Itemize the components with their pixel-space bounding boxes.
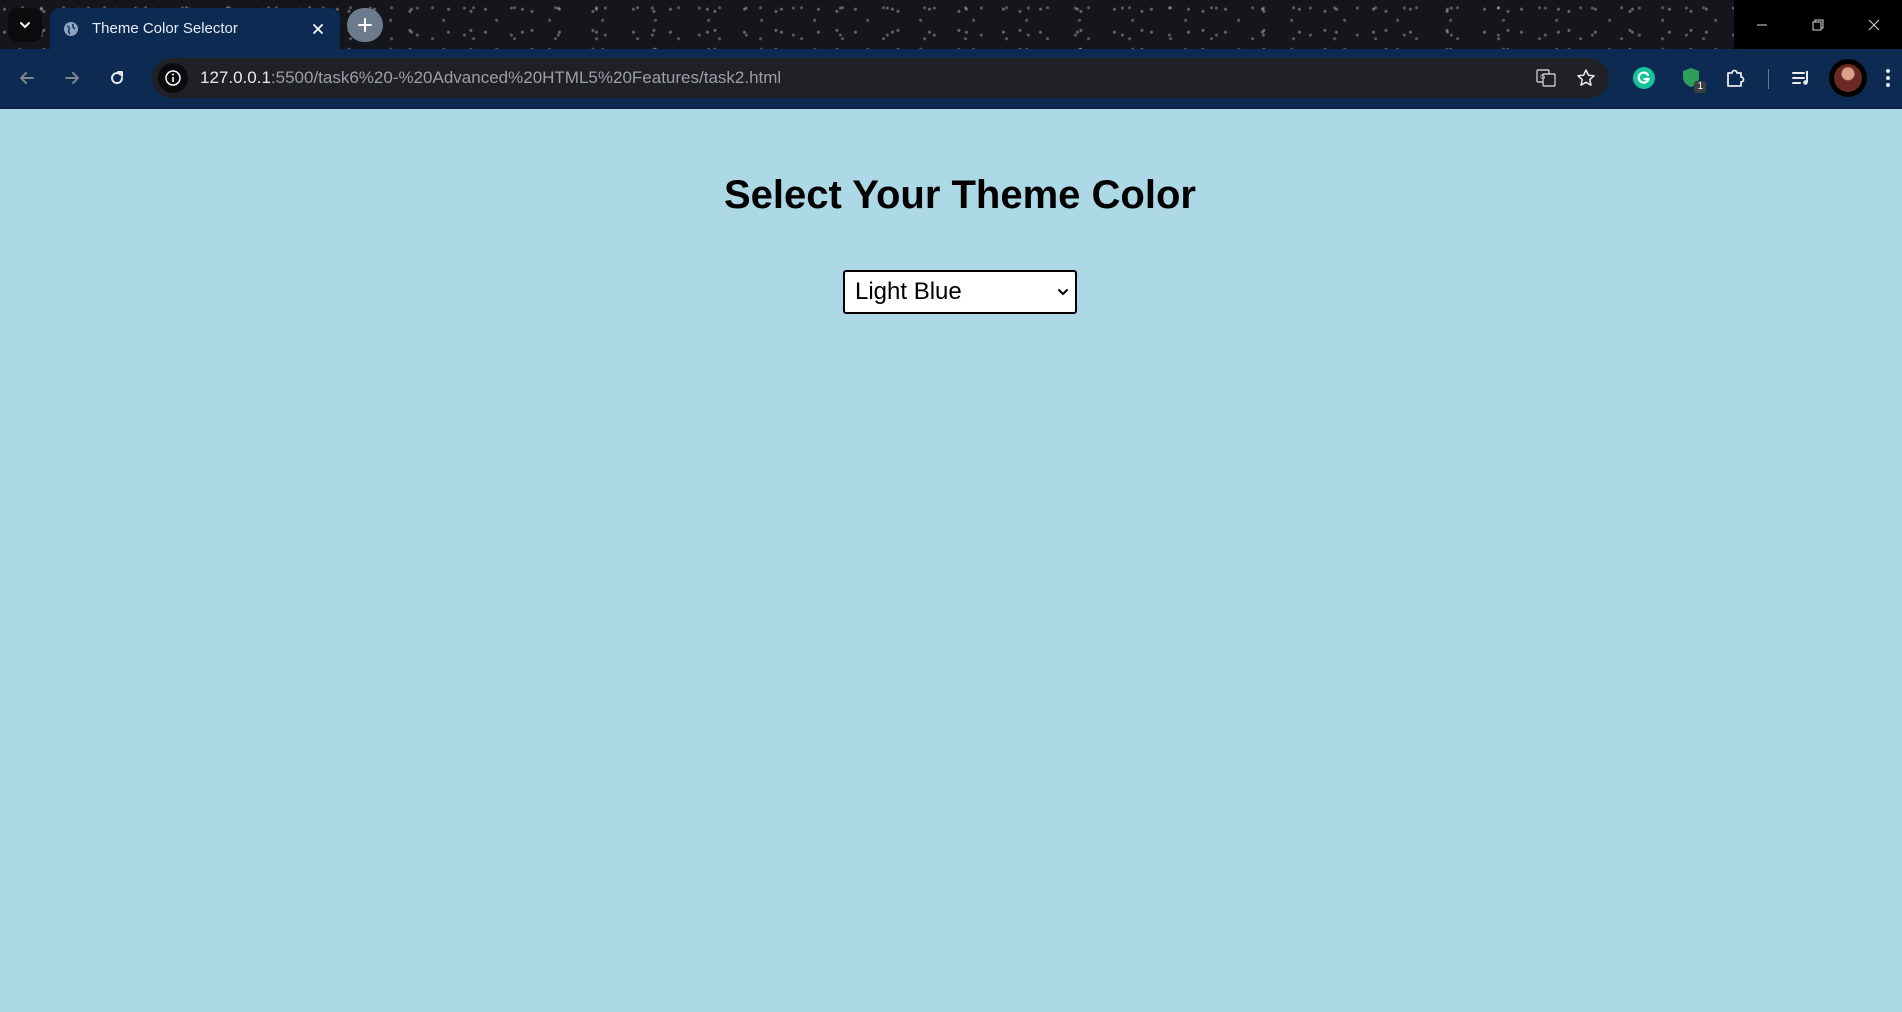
globe-icon	[62, 20, 80, 38]
reload-icon	[111, 71, 124, 85]
tab-active[interactable]: Theme Color Selector	[50, 8, 340, 49]
tab-search-button[interactable]	[8, 8, 42, 42]
restore-icon	[1812, 19, 1824, 30]
minimize-icon	[1757, 24, 1767, 25]
forward-button[interactable]	[55, 61, 89, 95]
kebab-menu-icon[interactable]	[1876, 61, 1900, 95]
svg-text:G: G	[1540, 73, 1545, 81]
chevron-down-icon	[20, 22, 30, 29]
url-text[interactable]: 127.0.0.1:5500/task6%20-%20Advanced%20HT…	[200, 68, 1529, 88]
extension-badge: 1	[1694, 81, 1706, 93]
restore-button[interactable]	[1790, 0, 1846, 49]
arrow-left-icon	[20, 72, 34, 84]
tab-strip: Theme Color Selector	[0, 0, 1902, 49]
back-button[interactable]	[10, 61, 44, 95]
page-content: Select Your Theme Color Light Blue	[0, 109, 1902, 1012]
url-path: :5500/task6%20-%20Advanced%20HTML5%20Fea…	[270, 68, 782, 87]
address-bar[interactable]: 127.0.0.1:5500/task6%20-%20Advanced%20HT…	[152, 58, 1609, 98]
puzzle-extensions-icon[interactable]	[1718, 61, 1752, 95]
browser-toolbar: 127.0.0.1:5500/task6%20-%20Advanced%20HT…	[0, 49, 1902, 109]
shield-extension-icon[interactable]: 1	[1674, 61, 1708, 95]
browser-window: Theme Color Selector 127.0.0.1:5500/task…	[0, 0, 1902, 1012]
theme-color-select[interactable]: Light Blue	[843, 270, 1077, 314]
translate-icon[interactable]: G	[1529, 61, 1563, 95]
media-controls-icon[interactable]	[1784, 61, 1818, 95]
profile-avatar[interactable]	[1829, 59, 1867, 97]
arrow-right-icon	[65, 72, 79, 84]
tab-title: Theme Color Selector	[92, 20, 238, 37]
avatar-image	[1834, 64, 1862, 92]
plus-icon	[358, 18, 372, 32]
new-tab-button[interactable]	[347, 8, 383, 42]
minimize-button[interactable]	[1734, 0, 1790, 49]
url-host: 127.0.0.1	[200, 68, 271, 87]
theme-select-value: Light Blue	[855, 278, 962, 305]
page-title: Select Your Theme Color	[724, 173, 1196, 217]
chevron-down-icon	[1051, 280, 1075, 304]
close-icon	[1868, 19, 1880, 30]
toolbar-divider	[1768, 69, 1769, 89]
bookmark-star-icon[interactable]	[1569, 61, 1603, 95]
window-controls	[1734, 0, 1902, 49]
close-tab-icon[interactable]	[308, 19, 328, 39]
grammarly-extension-icon[interactable]	[1627, 61, 1661, 95]
site-info-icon[interactable]	[158, 63, 188, 93]
reload-button[interactable]	[100, 61, 134, 95]
close-window-button[interactable]	[1846, 0, 1902, 49]
